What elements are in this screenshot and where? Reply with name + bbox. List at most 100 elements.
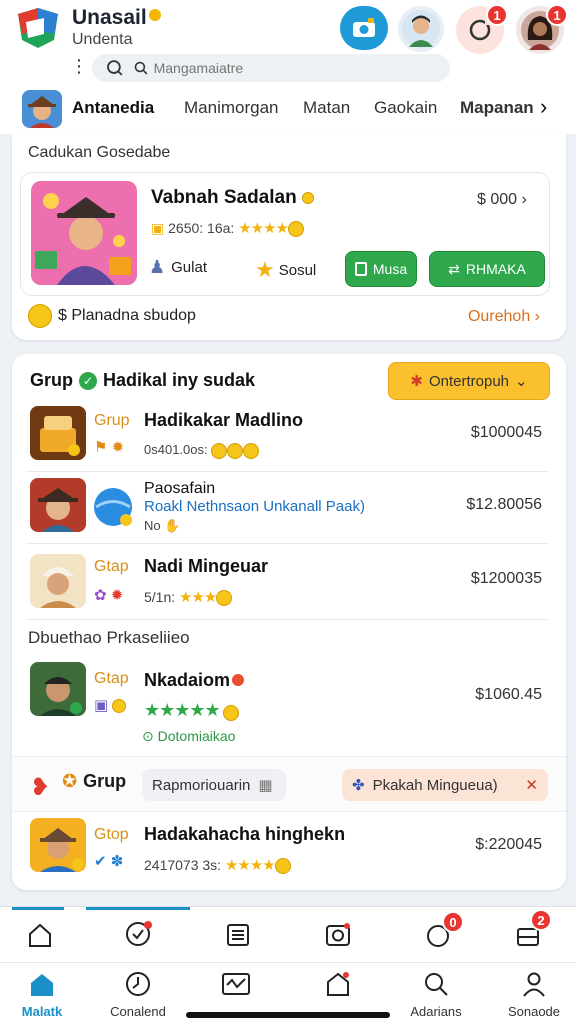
- square-icon: [354, 262, 367, 276]
- tab-2[interactable]: Matan: [303, 98, 350, 118]
- puzzle-icon: ✤: [352, 777, 365, 794]
- search-input[interactable]: [153, 60, 450, 76]
- clock-icon: [126, 972, 150, 996]
- chevron-right-icon: ›: [534, 308, 540, 325]
- coin-icon: [302, 191, 315, 204]
- notification-button[interactable]: 1: [456, 4, 508, 54]
- featured-image: [31, 181, 137, 285]
- item-name: Paosafain: [144, 480, 216, 497]
- rating-stars-icon: ★★★★★: [144, 700, 221, 720]
- item-name: Hadakahacha hinghekn: [144, 824, 346, 844]
- item-badges: ✔ ✽: [94, 853, 124, 870]
- home-icon: [31, 974, 53, 996]
- rating-stars-icon: ★★★: [179, 589, 217, 606]
- list-item[interactable]: Gtap Nadi Mingeuar ✿ ✹ 5/1n: ★★★ $120003…: [26, 544, 548, 620]
- share-icon: ⇄: [448, 260, 460, 277]
- list-item[interactable]: Gtap Nkadaiom ▣ ★★★★★ ⊙ Dotomiaikao $106…: [26, 652, 548, 756]
- rating-stars-icon: ★★★★: [224, 857, 276, 874]
- chevron-down-icon: ⌄: [515, 373, 528, 390]
- quick-nav: 0 2: [0, 906, 576, 962]
- chat-tab-icon[interactable]: [118, 915, 158, 955]
- coin-icon: [223, 704, 240, 721]
- tab-active[interactable]: Antanedia: [72, 98, 154, 118]
- item-name: Nadi Mingeuar: [144, 556, 269, 576]
- item-status: ⊙ Dotomiaikao: [142, 728, 236, 744]
- nav-home[interactable]: Malatk: [0, 971, 90, 1019]
- profile-badge: 1: [546, 4, 568, 26]
- app-subtitle: Undenta: [72, 31, 133, 48]
- footer-more-link[interactable]: Ourehoh ›: [468, 308, 540, 326]
- chevron-right-icon[interactable]: ›: [540, 94, 547, 120]
- home-tab-icon[interactable]: [20, 915, 60, 955]
- item-link[interactable]: Roakl Nethnsaon Unkanall Paak): [144, 498, 365, 515]
- item-thumbnail: [30, 662, 86, 716]
- search-icon: [107, 60, 123, 76]
- featured-name: Vabnah Sadalan: [151, 187, 315, 209]
- list-item[interactable]: Paosafain Roakl Nethnsaon Unkanall Paak)…: [26, 472, 548, 544]
- tab-3[interactable]: Gaokain: [374, 98, 437, 118]
- app-logo-icon: [18, 8, 58, 48]
- message-badge: 0: [442, 911, 464, 933]
- friend-avatar-button[interactable]: [398, 6, 444, 52]
- inbox-badge: 2: [530, 909, 552, 931]
- active-underline: [86, 907, 190, 910]
- close-icon[interactable]: ✕: [525, 776, 538, 794]
- globe-icon: [94, 488, 132, 526]
- item-price: $1000045: [470, 424, 542, 441]
- active-underline: [12, 907, 64, 910]
- tag-icon: [134, 61, 148, 75]
- musa-button[interactable]: Musa: [345, 251, 417, 287]
- item-badges: ⚑ ✹: [94, 439, 125, 456]
- group-dropdown-button[interactable]: ✱ Ontertropuh ⌄: [388, 362, 550, 400]
- primary-action-button[interactable]: ⇄ RHMAKA: [429, 251, 545, 287]
- message-tab-icon[interactable]: 0: [418, 911, 464, 955]
- store-icon: [327, 972, 349, 996]
- item-thumbnail: [30, 554, 86, 608]
- item-tag: Gtop: [94, 826, 129, 843]
- app-header: Unasail Undenta 1 1 ⋮ Antanedia Manimorg…: [0, 0, 576, 134]
- list-item[interactable]: Grup Hadikakar Madlino ⚑ ✹ 0s401.0os: $1…: [26, 398, 548, 472]
- more-menu-icon[interactable]: ⋮: [70, 56, 88, 77]
- featured-footer: $ Planadna sbudop Ourehoh ›: [28, 304, 548, 334]
- item-name: Hadikakar Madlino: [144, 410, 304, 430]
- coin-icon: [274, 858, 291, 875]
- category-tabs: Antanedia Manimorgan Matan Gaokain Mapan…: [0, 88, 576, 130]
- heart-icon[interactable]: ❥: [30, 773, 50, 802]
- nav-store[interactable]: [290, 971, 386, 1002]
- coin-icon: [216, 590, 233, 607]
- nav-profile[interactable]: Sonaode: [486, 971, 576, 1019]
- list-item[interactable]: Gtop Hadakahacha hinghekn ✔ ✽ 2417073 3s…: [26, 812, 548, 886]
- item-price: $1200035: [470, 570, 542, 587]
- coin-icon: [28, 304, 52, 328]
- medal-icon: ✪: [62, 771, 78, 791]
- gulat-action[interactable]: ♟ Gulat: [149, 257, 207, 278]
- item-meta: 5/1n: ★★★: [144, 588, 233, 607]
- nav-calendar[interactable]: Conalend: [90, 971, 186, 1019]
- item-tag: Gtap: [94, 558, 129, 575]
- list-tab-icon[interactable]: [218, 915, 258, 955]
- sosul-action[interactable]: ★ Sosul: [255, 257, 316, 283]
- featured-item[interactable]: Vabnah Sadalan ▣ 2650: 16a: ★★★★ $ 000 ›…: [20, 172, 550, 296]
- coin-icon: [287, 221, 304, 238]
- camera-icon: [353, 18, 375, 37]
- item-thumbnail: [30, 478, 86, 532]
- tab-4[interactable]: Mapanan: [460, 98, 534, 118]
- active-filter-chip[interactable]: ✤ Pkakah Mingueua) ✕: [342, 769, 548, 801]
- item-meta: 0s401.0os:: [144, 442, 260, 459]
- tab-1[interactable]: Manimorgan: [184, 98, 279, 118]
- section-title: Cadukan Gosedabe: [28, 144, 171, 161]
- nav-activity[interactable]: [188, 971, 284, 1002]
- app-title-coin-icon: [148, 9, 161, 21]
- camera-button[interactable]: [340, 6, 388, 50]
- filter-chip[interactable]: Rapmoriouarin ▦: [142, 769, 286, 801]
- camera-tab-icon[interactable]: [318, 915, 358, 955]
- inbox-tab-icon[interactable]: 2: [508, 909, 552, 955]
- item-price: $:220045: [475, 836, 542, 853]
- item-tag: Grup: [94, 412, 130, 429]
- search-bar[interactable]: [92, 54, 450, 82]
- profile-avatar-button[interactable]: 1: [516, 4, 568, 54]
- item-price: $1060.45: [475, 686, 542, 703]
- nav-search[interactable]: Adarians: [388, 971, 484, 1019]
- friend-avatar-icon: [402, 10, 440, 48]
- footer-left[interactable]: $ Planadna sbudop: [28, 304, 196, 328]
